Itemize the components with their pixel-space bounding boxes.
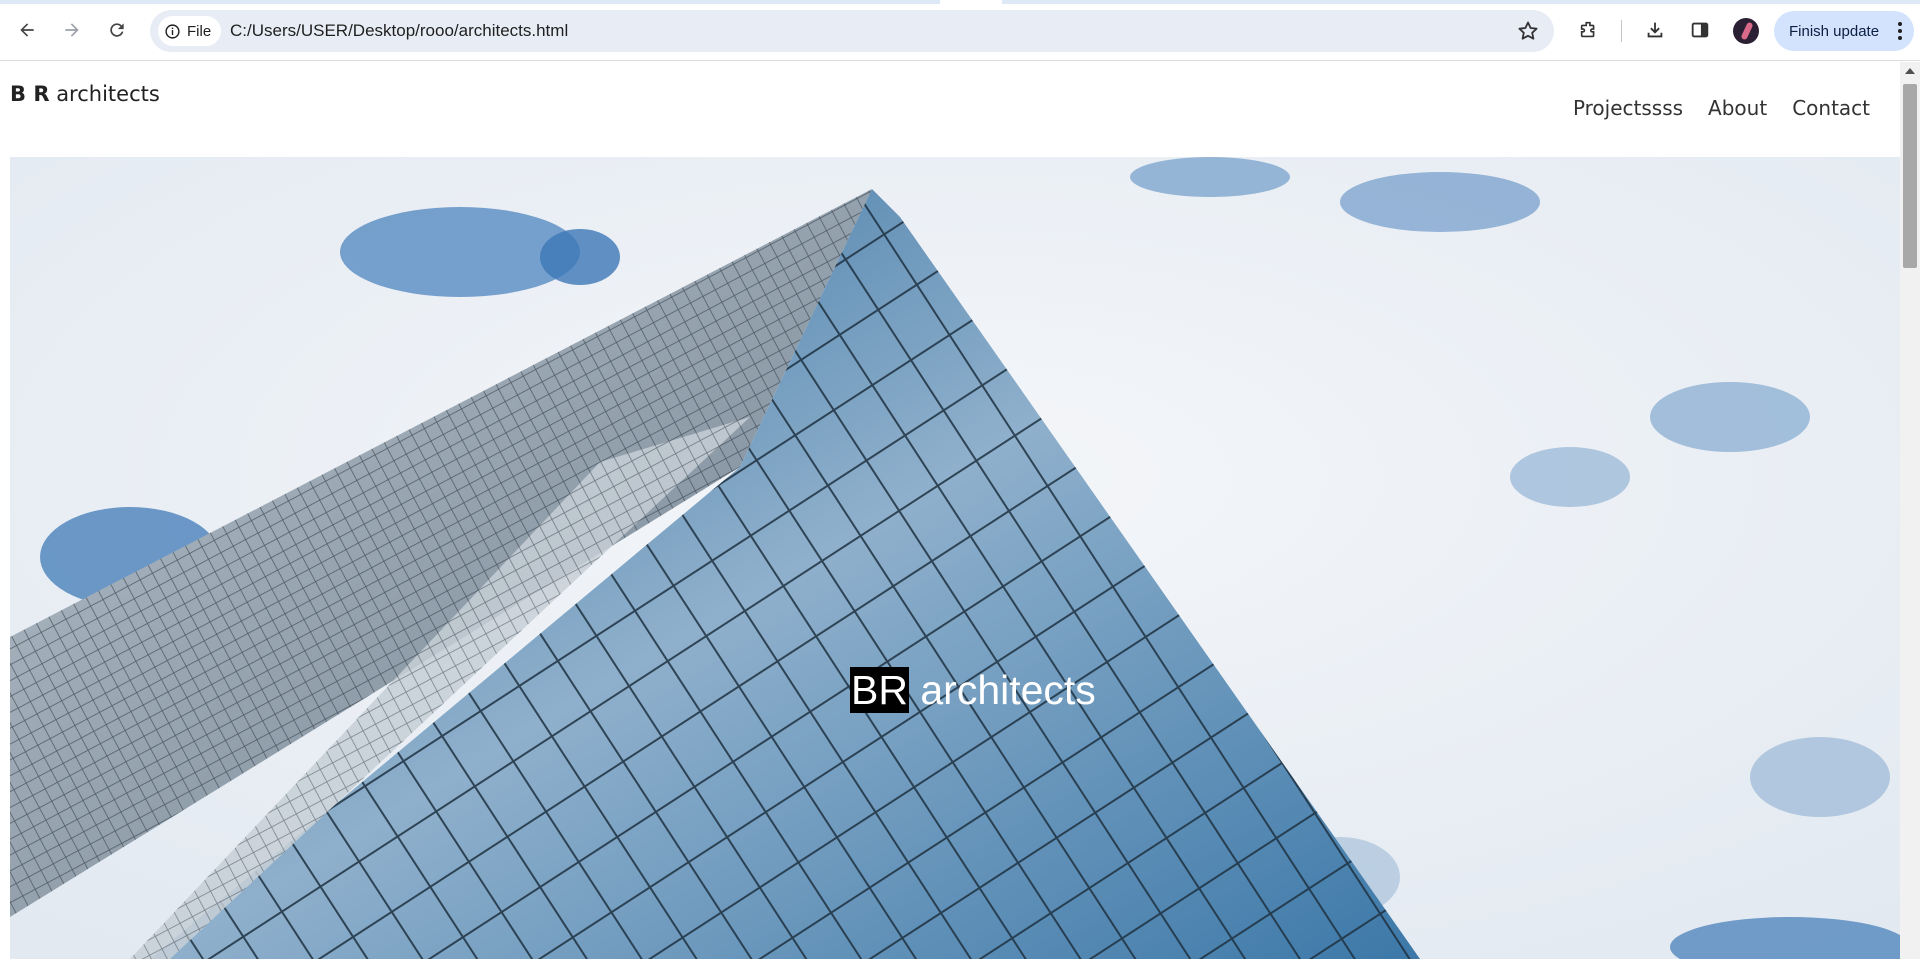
page-viewport: B R architects Projectssss About Contact bbox=[0, 62, 1900, 959]
download-icon bbox=[1647, 22, 1663, 38]
hero-title: BR architects bbox=[850, 667, 1096, 714]
reload-icon bbox=[110, 23, 124, 37]
logo-initials: B R bbox=[10, 82, 50, 106]
forward-arrow-icon bbox=[65, 23, 79, 37]
logo-text: architects bbox=[56, 82, 160, 106]
scroll-up-arrow-icon[interactable] bbox=[1905, 68, 1915, 74]
address-bar[interactable]: File C:/Users/USER/Desktop/rooo/architec… bbox=[150, 10, 1554, 52]
scrollbar-thumb[interactable] bbox=[1903, 84, 1917, 268]
nav-contact-link[interactable]: Contact bbox=[1792, 96, 1870, 120]
info-icon bbox=[165, 23, 180, 39]
back-button[interactable] bbox=[9, 12, 45, 48]
back-arrow-icon bbox=[20, 23, 34, 37]
hero-title-highlight: BR bbox=[850, 667, 909, 713]
profile-avatar[interactable] bbox=[1733, 18, 1759, 44]
hero-skyscraper-image bbox=[10, 157, 1900, 959]
site-logo[interactable]: B R architects bbox=[10, 82, 160, 106]
forward-button[interactable] bbox=[54, 12, 90, 48]
site-header: B R architects Projectssss About Contact bbox=[0, 62, 1900, 157]
side-panel-button[interactable] bbox=[1684, 14, 1716, 46]
finish-update-button[interactable]: Finish update bbox=[1774, 11, 1914, 51]
more-vert-icon bbox=[1898, 22, 1902, 40]
browser-toolbar: File C:/Users/USER/Desktop/rooo/architec… bbox=[0, 0, 1920, 61]
site-info-chip[interactable]: File bbox=[158, 16, 222, 46]
downloads-button[interactable] bbox=[1639, 14, 1671, 46]
nav-projects-link[interactable]: Projectssss bbox=[1573, 96, 1683, 120]
site-chip-label: File bbox=[187, 22, 212, 40]
hero-title-rest: architects bbox=[908, 667, 1096, 713]
main-nav: Projectssss About Contact bbox=[1573, 96, 1870, 120]
extensions-icon bbox=[1580, 21, 1595, 38]
star-icon[interactable] bbox=[1516, 19, 1540, 43]
nav-about-link[interactable]: About bbox=[1708, 96, 1767, 120]
page-scrollbar[interactable] bbox=[1900, 62, 1920, 959]
reload-button[interactable] bbox=[99, 12, 135, 48]
hero-banner: BR architects bbox=[10, 157, 1900, 959]
tab-strip-edge bbox=[0, 0, 1920, 4]
extensions-button[interactable] bbox=[1573, 14, 1605, 46]
toolbar-separator bbox=[1621, 20, 1622, 42]
finish-update-label: Finish update bbox=[1789, 22, 1880, 40]
url-text[interactable]: C:/Users/USER/Desktop/rooo/architects.ht… bbox=[230, 21, 568, 41]
side-panel-icon bbox=[1691, 22, 1709, 38]
